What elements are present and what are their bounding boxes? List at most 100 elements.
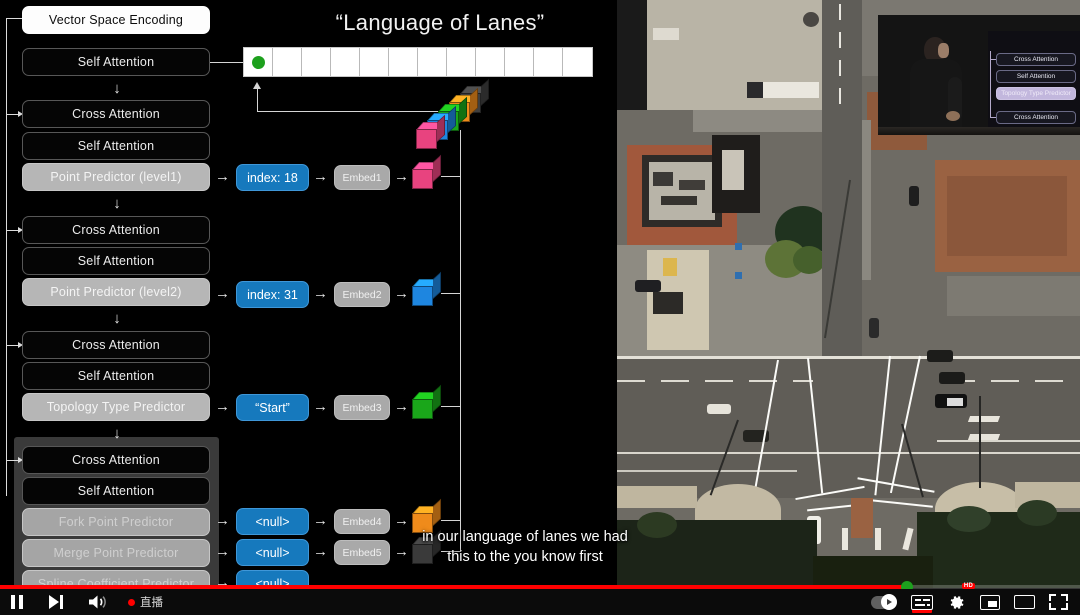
token-badge: index: 31 [236,281,309,308]
token-cell [302,48,331,76]
cube-to-bus-link [441,520,461,521]
feedback-rail-vertical [6,18,7,496]
cube-to-bus-link [441,293,461,294]
pipeline-box: Self Attention [22,247,210,275]
output-cube-face-side [433,498,441,526]
embedding-badge: Embed2 [334,282,390,307]
stack-cube-face-side [481,78,489,106]
token-filled-dot [251,55,265,69]
output-cube-face-side [433,154,441,182]
pipeline-box: Self Attention [22,132,210,160]
picture-in-picture-speaker[interactable]: Cross Attention Self Attention Topology Ty… [878,15,1080,135]
fullscreen-button[interactable] [1049,589,1068,615]
pip-mini-box: Self Attention [996,70,1076,83]
subtitles-button[interactable] [911,589,933,615]
autoplay-toggle[interactable] [871,589,897,615]
token-cell [505,48,534,76]
pipeline-box: Self Attention [22,362,210,390]
down-arrow-2: ↓ [113,195,121,212]
subtitles-icon [911,594,933,610]
arrow-predictor-to-token: → [215,168,230,185]
theater-button[interactable] [1014,589,1035,615]
video-player-stage: “Language of Lanes” Vector Space Encodin… [0,0,1080,615]
output-cube [412,271,442,307]
down-arrow-3: ↓ [113,310,121,327]
embedding-badge: Embed4 [334,509,390,534]
volume-button[interactable] [88,589,108,615]
caption-line-2: this to the you know first [447,548,603,565]
token-cell [476,48,505,76]
cube-to-bus-link [441,176,461,177]
output-cube [412,154,442,190]
pip-mini-box: Topology Type Predictor [996,87,1076,100]
pipeline-box: Point Predictor (level1) [22,163,210,191]
token-cell [389,48,418,76]
token-cell [447,48,476,76]
pipeline-box: Merge Point Predictor [22,539,210,567]
live-dot-icon [128,598,135,606]
token-feed-vertical [257,88,258,112]
token-cell [563,48,592,76]
slide-diagram: “Language of Lanes” Vector Space Encodin… [0,0,616,615]
token-badge: “Start” [236,394,309,421]
arrow-token-to-embed: → [313,168,328,185]
embedding-badge: Embed5 [334,540,390,565]
settings-button[interactable]: HD [947,583,975,615]
embedding-badge: Embed1 [334,165,390,190]
next-video-button[interactable] [48,589,64,615]
video-caption: in our language of lanes we had this to … [410,528,640,567]
arrow-token-to-embed: → [313,543,328,560]
pause-button[interactable] [10,589,24,615]
autoplay-toggle-icon [871,594,897,610]
speaker-hand [946,111,960,121]
slide-title: “Language of Lanes” [335,10,545,35]
output-cube [412,384,442,420]
token-badge: <null> [236,508,309,535]
token-cell [534,48,563,76]
token-badge: <null> [236,539,309,566]
token-feed-arrowhead [253,82,261,89]
pip-mini-box: Cross Attention [996,111,1076,124]
down-arrow-1: ↓ [113,80,121,97]
stack-cube [416,114,446,150]
quality-hd-badge: HD [961,583,975,589]
fullscreen-icon [1049,594,1068,610]
arrow-embed-to-cube: → [394,512,409,529]
output-cube-face-front [412,286,433,306]
pipeline-box: Self Attention [22,477,210,505]
token-strip-connector [210,62,243,63]
live-label: 直播 [140,597,163,609]
pip-rail-vertical [990,51,991,117]
player-controls-bar: 直播 HD [0,583,1080,615]
arrow-embed-to-cube: → [394,168,409,185]
token-cell [244,48,273,76]
arrow-predictor-to-token: → [215,398,230,415]
live-indicator[interactable]: 直播 [128,594,163,610]
token-badge: index: 18 [236,164,309,191]
token-cell [360,48,389,76]
miniplayer-button[interactable] [980,589,1000,615]
miniplayer-icon [980,594,1000,610]
gear-icon [950,595,964,609]
token-cell [418,48,447,76]
arrow-embed-to-cube: → [394,398,409,415]
arrow-predictor-to-token: → [215,512,230,529]
output-cube-face-side [433,384,441,412]
pipeline-box: Cross Attention [22,100,210,128]
arrow-token-to-embed: → [313,285,328,302]
pip-stage-floor [878,127,1080,135]
pipeline-box: Point Predictor (level2) [22,278,210,306]
arrow-embed-to-cube: → [394,285,409,302]
token-cell [273,48,302,76]
speaker-face [938,43,949,58]
arrow-predictor-to-token: → [215,543,230,560]
cube-to-bus-link [441,406,461,407]
pipeline-box: Cross Attention [22,446,210,474]
embedding-badge: Embed3 [334,395,390,420]
arrow-predictor-to-token: → [215,285,230,302]
output-cube-face-side [433,271,441,299]
pipeline-box: Vector Space Encoding [22,6,210,34]
arrow-embed-to-cube: → [394,543,409,560]
arrow-token-to-embed: → [313,512,328,529]
token-cell [331,48,360,76]
